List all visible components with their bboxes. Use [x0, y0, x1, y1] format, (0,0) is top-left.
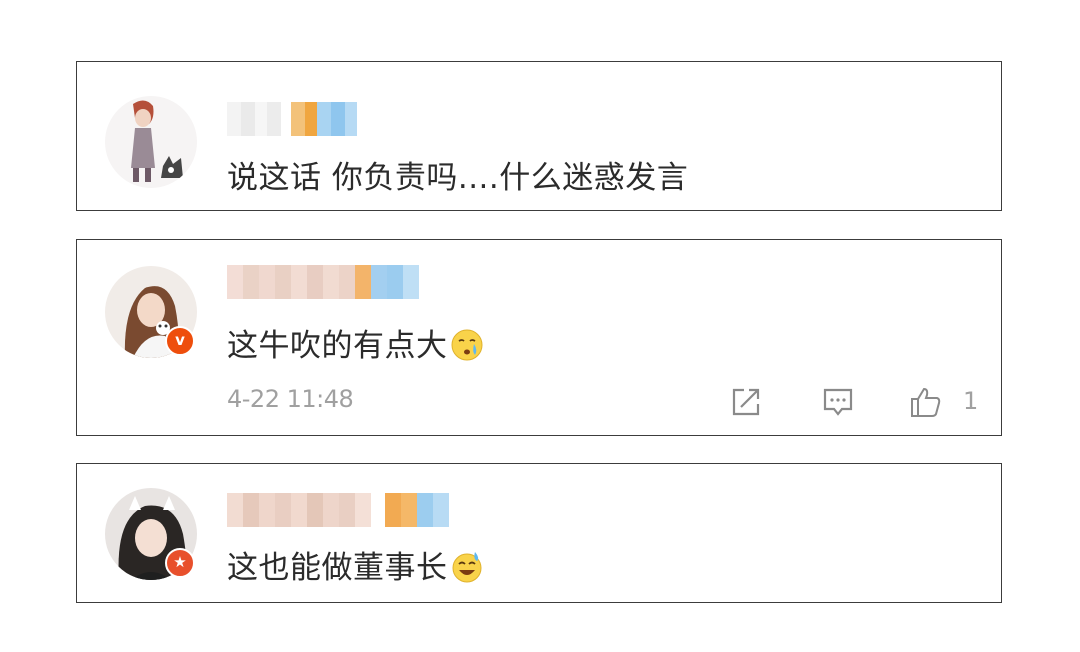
comment-timestamp: 4-22 11:48	[227, 385, 354, 413]
comment-text: 这牛吹的有点大	[227, 320, 484, 365]
username-blurred[interactable]	[227, 265, 419, 299]
thumbs-up-icon[interactable]	[909, 385, 943, 419]
star-member-icon: ★	[165, 548, 195, 578]
comment-icon[interactable]	[821, 385, 855, 419]
comment-card: v 这牛吹的有点大 4-22 11:48 1	[76, 239, 1002, 436]
username-blurred[interactable]	[227, 493, 449, 527]
comment-card: 说这话 你负责吗....什么迷惑发言	[76, 61, 1002, 211]
avatar[interactable]	[105, 96, 197, 188]
verified-v-icon: v	[165, 326, 195, 356]
comment-text-content: 这牛吹的有点大	[227, 328, 448, 364]
crying-face-icon	[451, 329, 482, 361]
comment-text: 说这话 你负责吗....什么迷惑发言	[227, 160, 689, 196]
sweat-smile-face-icon	[452, 552, 481, 583]
comment-text-content: 这也能做董事长	[227, 550, 448, 586]
share-icon[interactable]	[729, 385, 763, 419]
comment-text: 这也能做董事长	[227, 542, 484, 587]
username-blurred[interactable]	[227, 102, 357, 136]
comment-card: ★ 这也能做董事长	[76, 463, 1002, 603]
like-count: 1	[963, 387, 979, 415]
